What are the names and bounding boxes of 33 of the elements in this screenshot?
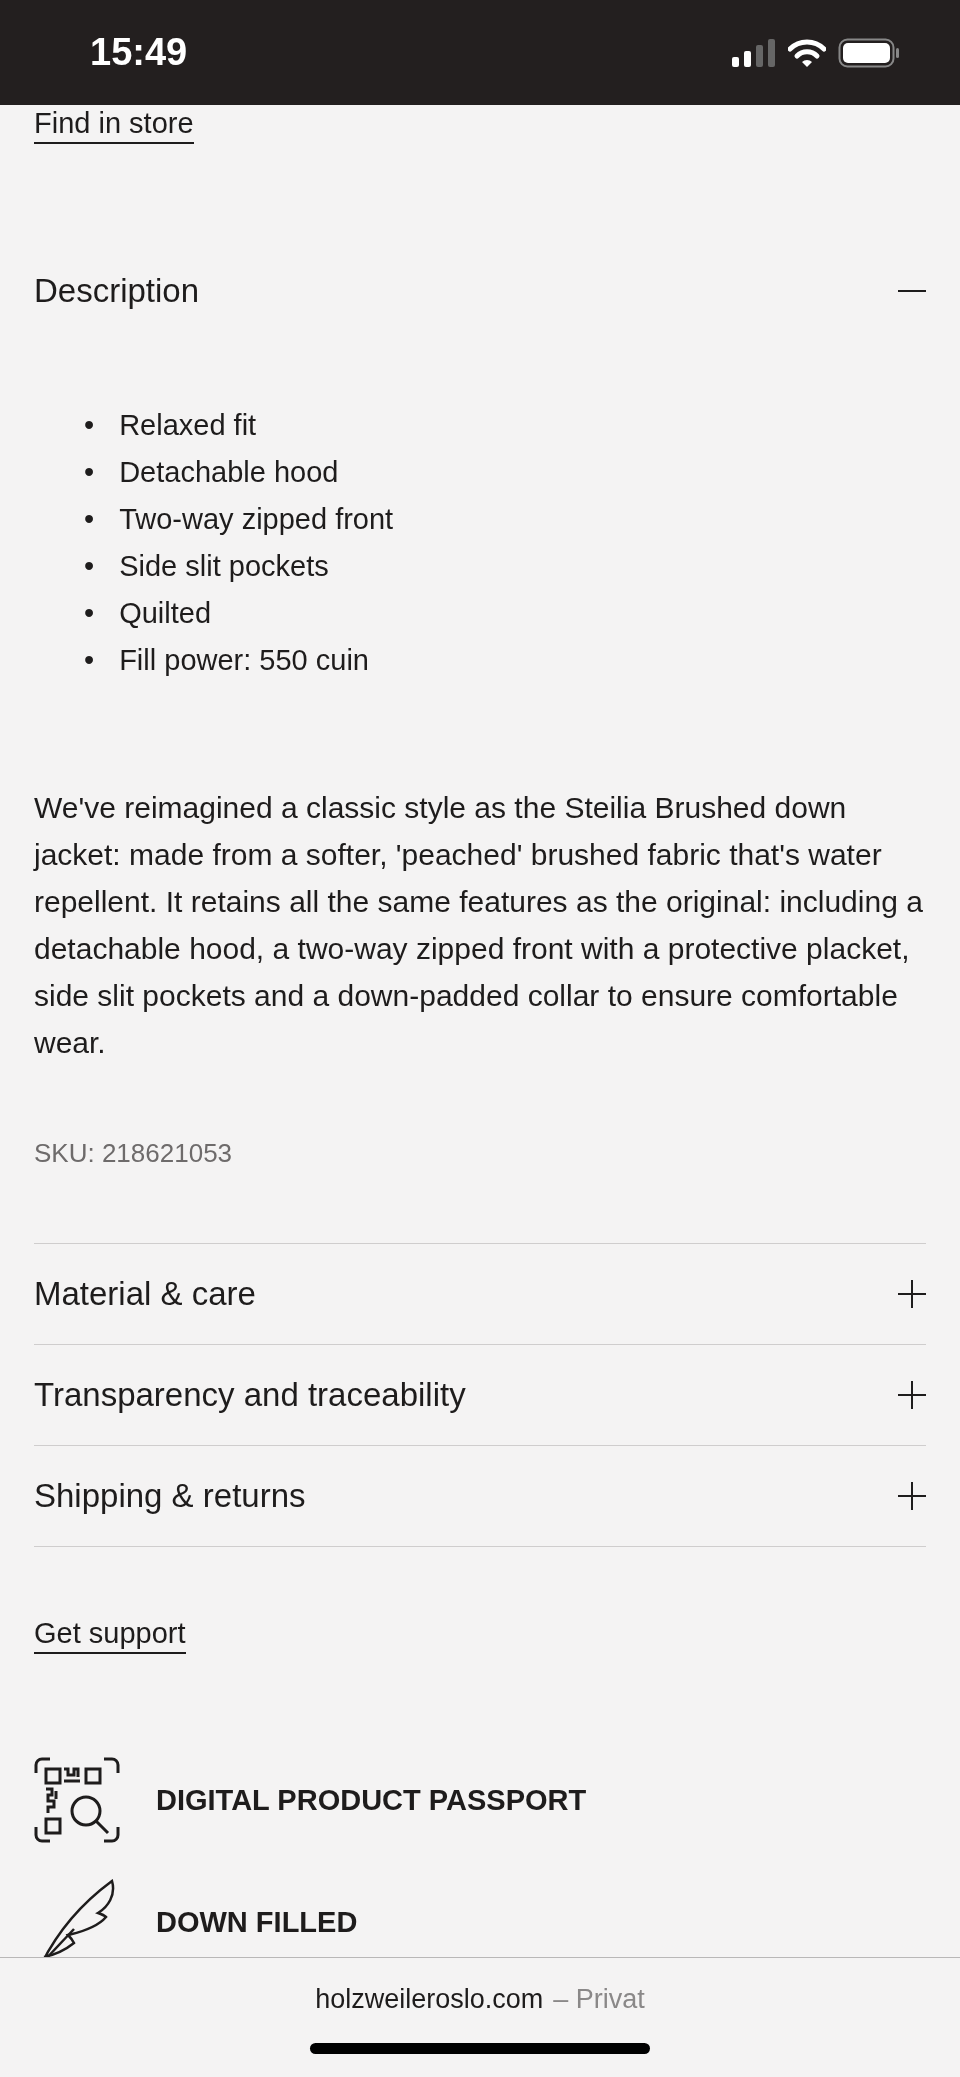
bullet-marker: • xyxy=(84,502,95,537)
bullet-marker: • xyxy=(84,643,95,678)
list-item: Two-way zipped front xyxy=(119,502,394,537)
bullet-marker: • xyxy=(84,408,95,443)
find-in-store-link[interactable]: Find in store xyxy=(34,107,194,144)
home-indicator[interactable] xyxy=(310,2043,650,2054)
plus-icon xyxy=(898,1482,926,1510)
accordion-header[interactable]: Material & care xyxy=(34,1244,926,1344)
feature-label: DIGITAL PRODUCT PASSPORT xyxy=(156,1783,587,1817)
plus-icon xyxy=(898,1381,926,1409)
list-item: Fill power: 550 cuin xyxy=(119,643,369,678)
accordion-header[interactable]: Shipping & returns xyxy=(34,1446,926,1546)
bullet-marker: • xyxy=(84,455,95,490)
qr-search-icon xyxy=(34,1757,120,1843)
bullet-marker: • xyxy=(84,596,95,631)
get-support-link[interactable]: Get support xyxy=(34,1617,186,1654)
clock-time: 15:49 xyxy=(90,31,188,74)
battery-icon xyxy=(838,37,900,68)
plus-icon xyxy=(898,1280,926,1308)
feature-label: DOWN FILLED xyxy=(156,1905,358,1939)
sku-text: SKU: 218621053 xyxy=(34,1138,234,1169)
list-item: Detachable hood xyxy=(119,455,339,490)
accordion-header[interactable]: Transparency and traceability xyxy=(34,1345,926,1445)
list-item: Side slit pockets xyxy=(119,549,329,584)
bullet-marker: • xyxy=(84,549,95,584)
minus-icon xyxy=(898,290,926,292)
accordion-header[interactable]: Description xyxy=(34,241,926,341)
list-item: Relaxed fit xyxy=(119,408,257,443)
address-bar[interactable]: holzweileroslo.com – Privat xyxy=(315,1984,645,2015)
signal-icon xyxy=(732,38,776,67)
list-item: Quilted xyxy=(119,596,212,631)
description-text: We've reimagined a classic style as the Steilia Brushed down jacket: made from a softer, 'peached' brushed fabric that's water repellent. It retains all the same features as the original: including a detachable hood, a two-way zipped front with a protective placket, side slit pockets and a down-padded collar to ensure comfortable wear. xyxy=(34,790,924,1061)
wifi-icon xyxy=(788,38,826,67)
